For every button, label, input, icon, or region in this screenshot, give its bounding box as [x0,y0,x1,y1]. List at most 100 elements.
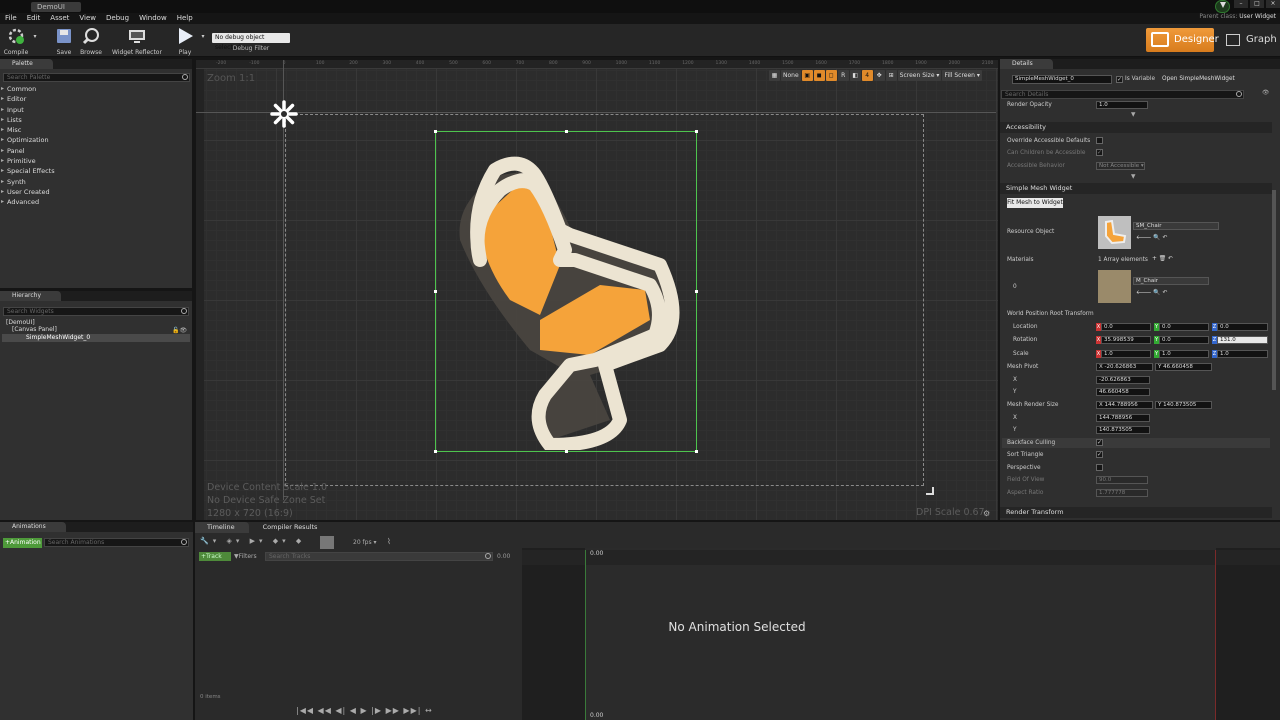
gear-icon[interactable]: ⚙ [983,509,990,518]
snap-icon[interactable]: ▣ [801,70,813,81]
palette-category[interactable]: Advanced [1,198,55,208]
maximize-icon[interactable]: □ [1250,0,1264,8]
size-x-input[interactable]: 144.788956 [1096,414,1150,422]
mesh-select[interactable]: SM_Chair [1133,222,1219,230]
rotation-x-input[interactable]: 35.998539 [1101,336,1151,344]
add-animation-button[interactable]: +Animation [3,538,42,548]
timeline-tool-icons[interactable]: 🔧▾ ◈▾ ▶▾ ◆▾ ◆ [200,537,305,545]
play-button[interactable]: Play [172,27,198,56]
override-accessible-checkbox[interactable] [1096,137,1103,144]
none-button[interactable]: None [781,70,801,81]
menu-debug[interactable]: Debug [101,13,134,23]
palette-tab[interactable]: Palette [0,59,53,69]
add-track-button[interactable]: +Track [199,552,231,561]
hierarchy-item-canvas-panel[interactable]: [Canvas Panel] [12,326,57,333]
menu-help[interactable]: Help [172,13,198,23]
add-delete-icons[interactable]: + 🗑 ↶ [1152,256,1173,262]
palette-category[interactable]: Optimization [1,136,55,146]
palette-category[interactable]: Special Effects [1,167,55,177]
rotation-y-input[interactable]: 0.0 [1159,336,1209,344]
render-transform-section[interactable]: Render Transform [1000,507,1272,518]
is-variable-checkbox[interactable]: ✓ [1116,76,1123,83]
size-y-input[interactable]: 140.873505 [1096,426,1150,434]
tab-timeline[interactable]: Timeline [195,522,249,533]
details-search-input[interactable]: Search Details [1001,90,1244,99]
fill-screen-dropdown[interactable]: Fill Screen ▾ [942,70,982,81]
palette-search-input[interactable]: Search Palette [3,73,190,82]
anchor-icon[interactable] [269,99,299,129]
accessibility-section[interactable]: Accessibility [1000,122,1272,133]
search-tracks-input[interactable]: Search Tracks [265,552,493,561]
debug-object-select[interactable]: No debug object selected ▾ [212,33,290,51]
hierarchy-search-input[interactable]: Search Widgets [3,307,189,316]
palette-category[interactable]: Lists [1,116,55,126]
location-z-input[interactable]: 0.0 [1217,323,1268,331]
scale-y-input[interactable]: 1.0 [1159,350,1209,358]
perspective-checkbox[interactable] [1096,464,1103,471]
menu-edit[interactable]: Edit [22,13,46,23]
palette-category[interactable]: Misc [1,126,55,136]
fps-select[interactable]: 20 fps ▾ [353,539,377,546]
screen-size-dropdown[interactable]: Screen Size ▾ [897,70,942,81]
resize-handle[interactable] [434,450,437,453]
palette-category[interactable]: User Created [1,188,55,198]
close-icon[interactable]: × [1266,0,1280,8]
palette-category[interactable]: Common [1,85,55,95]
flip-icon[interactable]: ◧ [849,70,861,81]
lock-eye-icon[interactable]: 🔓👁 [172,327,187,334]
resize-handle[interactable] [434,290,437,293]
hierarchy-item-simple-mesh[interactable]: SimpleMeshWidget_0 [26,334,90,341]
menu-asset[interactable]: Asset [45,13,74,23]
palette-category[interactable]: Editor [1,95,55,105]
widget-name-input[interactable]: SimpleMeshWidget_0 [1012,75,1112,84]
r-button[interactable]: R [837,70,849,81]
material-select[interactable]: M_Chair [1133,277,1209,285]
chair-thumbnail[interactable] [1098,216,1131,249]
document-tab[interactable]: DemoUI [31,2,81,12]
browse-button[interactable]: Browse [78,27,104,56]
playhead-end-line[interactable] [1215,550,1216,720]
expand-arrow-icon[interactable]: ▼ [1131,174,1135,180]
pivot-y-input[interactable]: 46.660458 [1096,388,1150,396]
accessible-behavior-select[interactable]: Not Accessible ▾ [1096,162,1145,170]
details-scrollbar[interactable] [1272,190,1276,390]
resize-handle[interactable] [695,130,698,133]
menu-file[interactable]: File [0,13,22,23]
render-size-x-input[interactable]: X 144.788956 [1096,401,1153,409]
backface-culling-checkbox[interactable]: ✓ [1096,439,1103,446]
compile-dropdown-icon[interactable]: ▾ [32,33,38,40]
animations-tab[interactable]: Animations [0,522,66,532]
grid-icon[interactable]: ▦ [769,70,780,81]
widget-reflector-button[interactable]: Widget Reflector [112,27,162,56]
designer-mode-button[interactable]: Designer [1146,28,1219,52]
menu-view[interactable]: View [74,13,101,23]
filters-button[interactable]: ▼Filters [234,553,257,560]
visibility-eye-icon[interactable]: 👁 [1262,90,1269,96]
details-tab[interactable]: Details [1000,59,1053,69]
palette-category[interactable]: Input [1,106,55,116]
resize-handle[interactable] [695,450,698,453]
resize-handle[interactable] [565,450,568,453]
expand-arrow-icon[interactable]: ▼ [1131,112,1135,118]
aspect-ratio-input[interactable]: 1.777778 [1096,489,1148,497]
track-area[interactable] [522,548,1280,720]
playhead-start-line[interactable] [585,550,586,720]
resize-handle[interactable] [434,130,437,133]
children-accessible-checkbox[interactable]: ✓ [1096,149,1103,156]
resize-handle[interactable] [695,290,698,293]
sort-triangle-checkbox[interactable]: ✓ [1096,451,1103,458]
curve-icon[interactable]: ⌇ [387,537,391,546]
scale-x-input[interactable]: 1.0 [1101,350,1151,358]
time-ruler[interactable] [522,550,1280,565]
animations-search-input[interactable]: Search Animations [44,538,189,547]
pivot-x-input[interactable]: -20.626863 [1096,376,1150,384]
lock-icon[interactable]: ◼ [813,70,825,81]
menu-window[interactable]: Window [134,13,172,23]
resize-handle[interactable] [565,130,568,133]
hierarchy-tab[interactable]: Hierarchy [0,291,62,301]
scale-z-input[interactable]: 1.0 [1217,350,1268,358]
location-y-input[interactable]: 0.0 [1159,323,1209,331]
mesh-pivot-y-input[interactable]: Y 46.660458 [1155,363,1212,371]
save-button[interactable]: Save [52,27,76,56]
pan-icon[interactable]: ✥ [873,70,885,81]
